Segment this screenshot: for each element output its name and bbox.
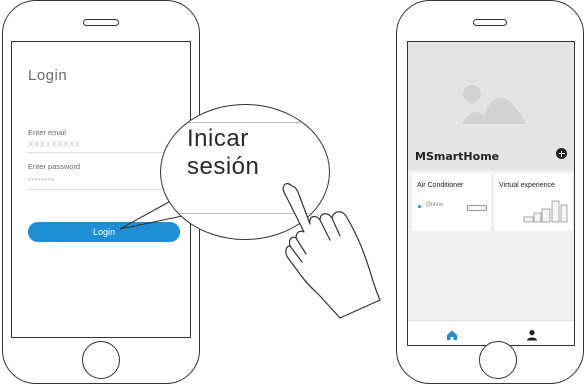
- phone-speaker: [473, 19, 507, 26]
- appliances-icon: [523, 200, 568, 223]
- device-card-air-conditioner[interactable]: Air Conditioner Online: [412, 173, 491, 231]
- device-status: Online: [426, 202, 444, 208]
- add-device-icon[interactable]: [556, 148, 567, 159]
- air-conditioner-icon: [467, 205, 487, 211]
- hero-banner: MSmartHome: [408, 42, 574, 170]
- device-name: Air Conditioner: [417, 182, 464, 189]
- home-icon[interactable]: [446, 329, 458, 341]
- phone-home-button: [479, 341, 517, 379]
- online-status-dot-icon: [418, 205, 421, 208]
- device-card-virtual-experience[interactable]: Virtual experience: [494, 173, 573, 231]
- user-icon[interactable]: [526, 329, 538, 341]
- app-home-screen: MSmartHome Air Conditioner Online Virtua…: [407, 41, 575, 346]
- right-phone-frame: MSmartHome Air Conditioner Online Virtua…: [396, 0, 584, 384]
- app-title: MSmartHome: [415, 150, 500, 163]
